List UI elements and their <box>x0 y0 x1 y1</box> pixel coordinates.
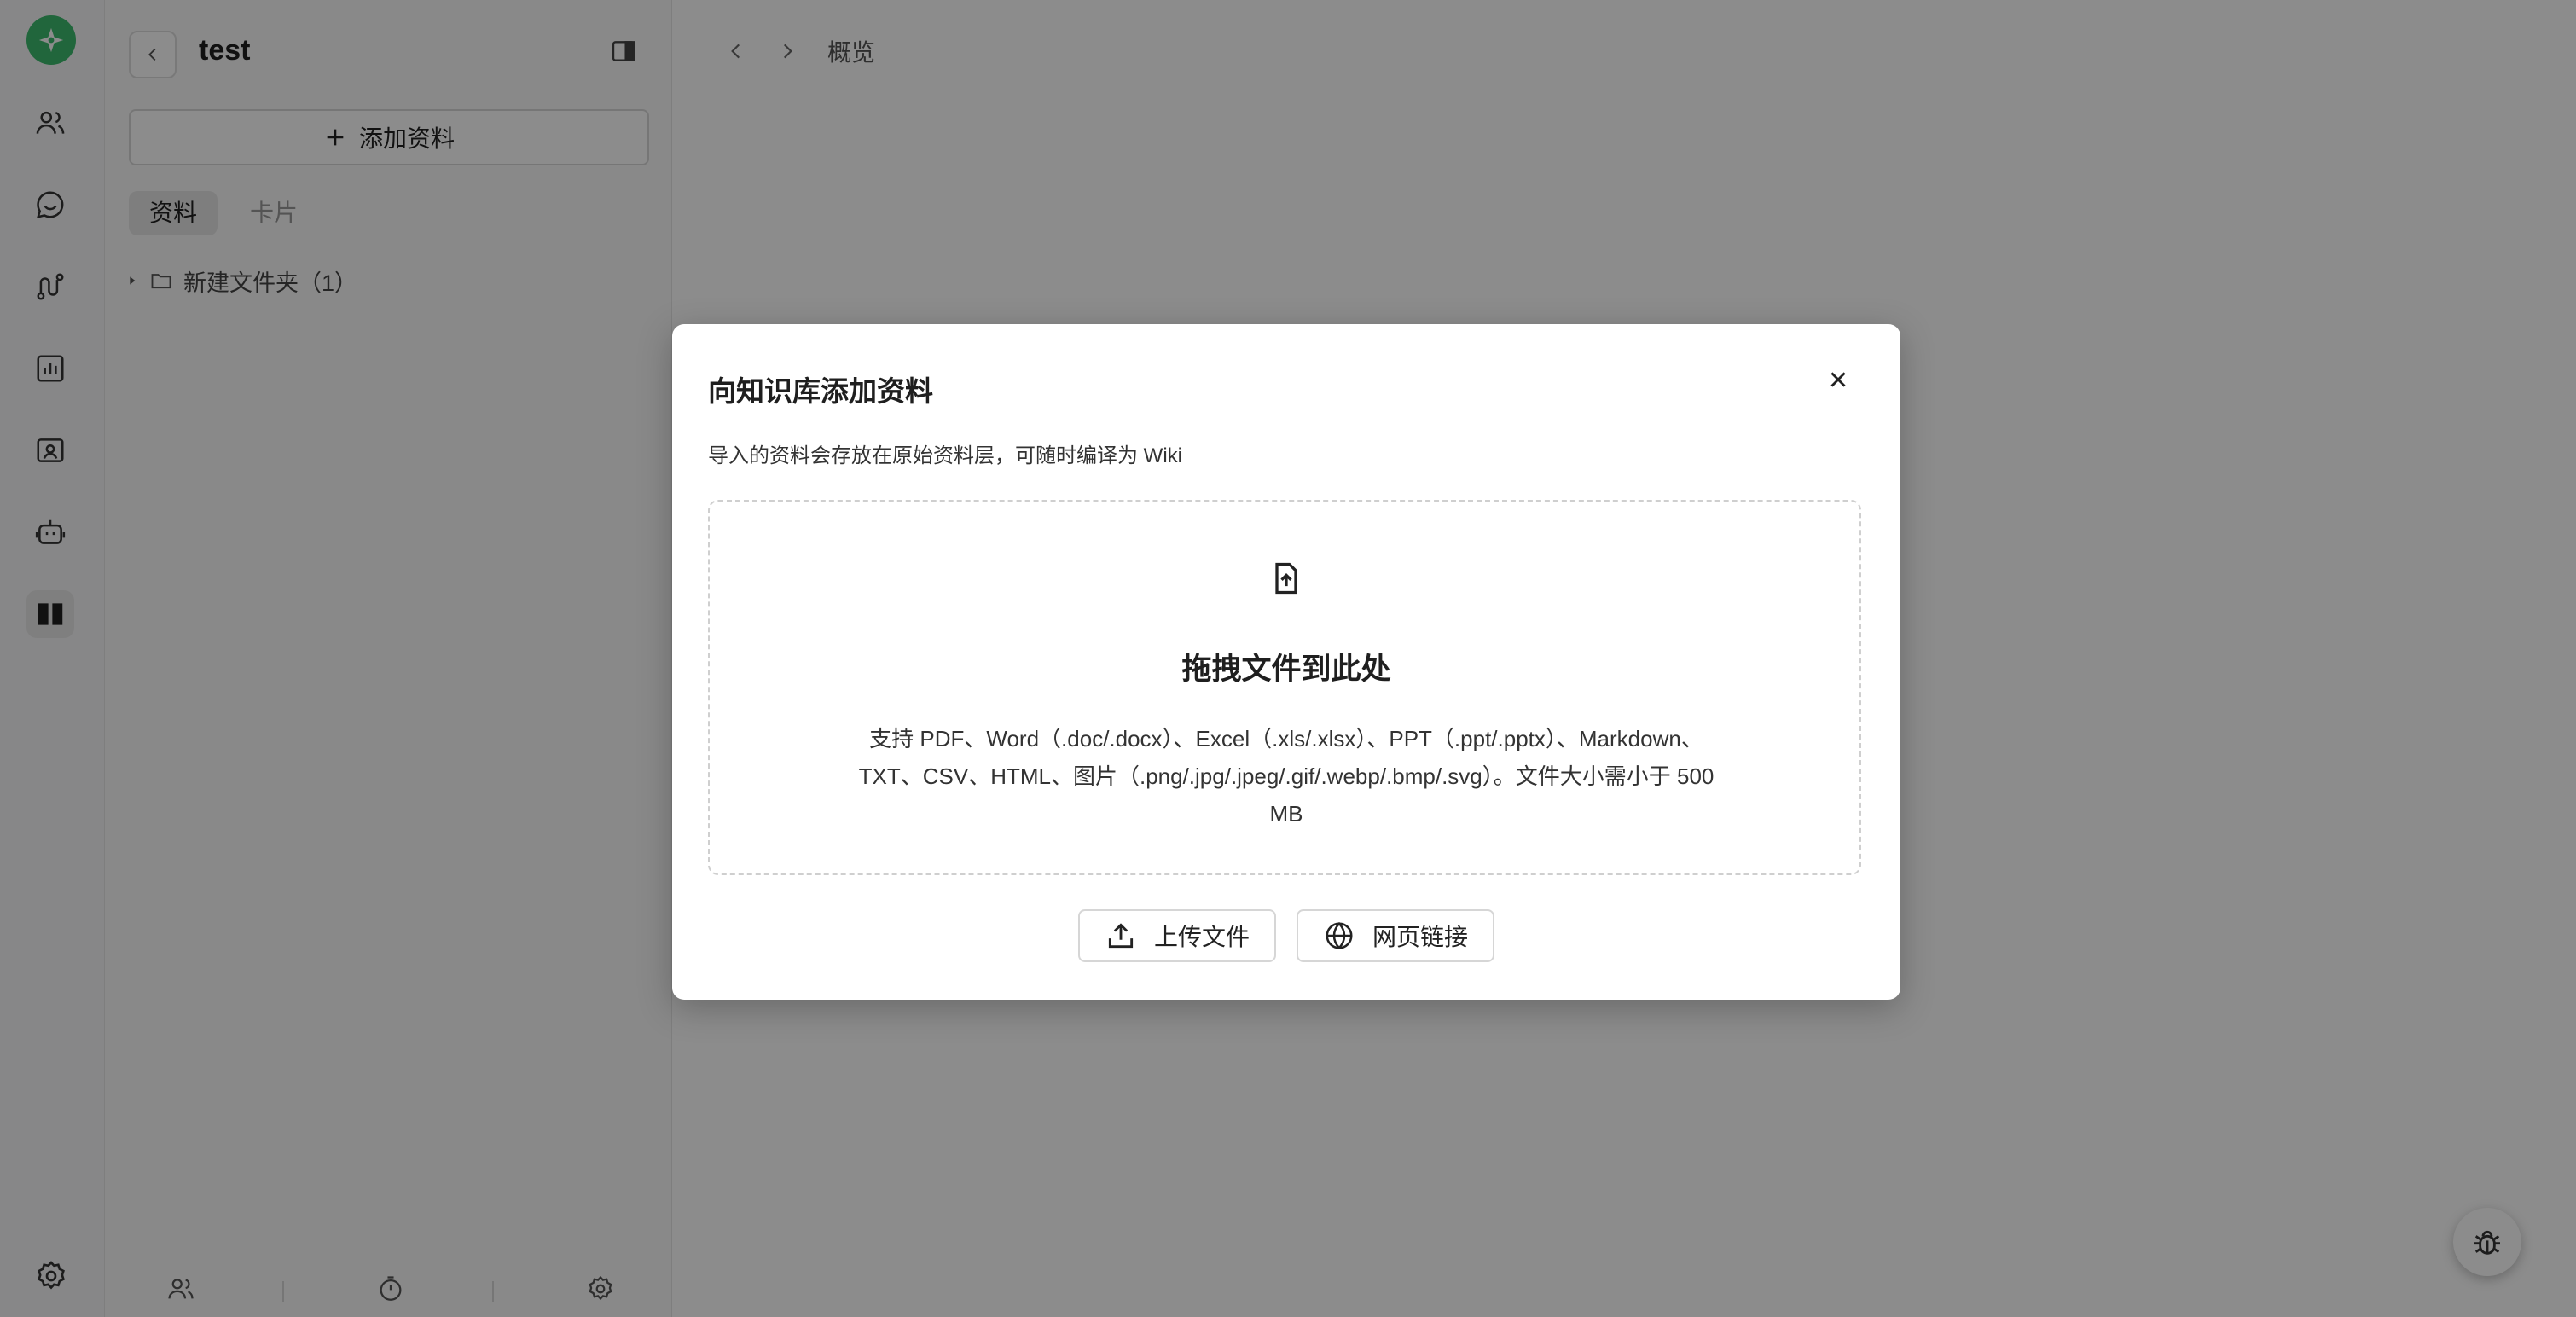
file-dropzone[interactable]: 拖拽文件到此处 支持 PDF、Word（.doc/.docx）、Excel（.x… <box>708 500 1861 875</box>
close-icon <box>1830 372 1846 387</box>
upload-file-button[interactable]: 上传文件 <box>1078 909 1276 962</box>
dialog-description: 导入的资料会存放在原始资料层，可随时编译为 Wiki <box>708 444 1182 467</box>
dialog-title: 向知识库添加资料 <box>708 375 933 407</box>
file-upload-icon <box>1275 562 1297 595</box>
web-link-button[interactable]: 网页链接 <box>1297 909 1494 962</box>
dropzone-description: 支持 PDF、Word（.doc/.docx）、Excel（.xls/.xlsx… <box>858 726 1714 827</box>
upload-file-label: 上传文件 <box>1153 924 1250 950</box>
close-button[interactable] <box>1824 365 1853 394</box>
web-link-label: 网页链接 <box>1372 924 1468 950</box>
upload-icon <box>1108 923 1134 949</box>
dropzone-title: 拖拽文件到此处 <box>1181 653 1391 686</box>
add-material-dialog: 向知识库添加资料 导入的资料会存放在原始资料层，可随时编译为 Wiki 拖拽文件… <box>672 324 1900 1000</box>
globe-icon <box>1326 921 1353 950</box>
